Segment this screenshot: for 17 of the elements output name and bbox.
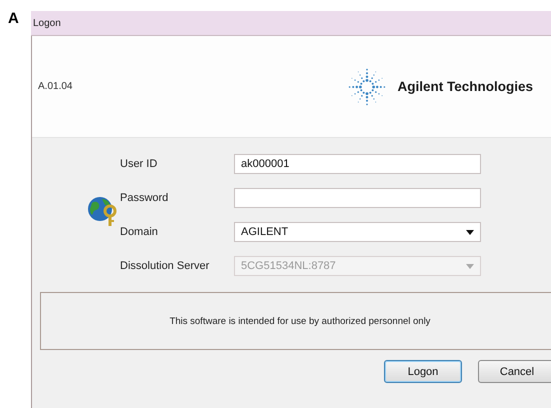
dropdown[interactable]: AGILENT (234, 222, 481, 242)
window-title: Logon (33, 18, 61, 28)
field-label: Domain (120, 226, 159, 238)
cancel-button[interactable]: Cancel (478, 360, 551, 383)
field-label: User ID (120, 158, 158, 170)
version-label: A.01.04 (38, 81, 72, 92)
notice-text: This software is intended for use by authorized personnel only (170, 316, 430, 326)
caret-icon (466, 230, 474, 234)
password-field[interactable] (234, 188, 481, 208)
brand-name: Agilent Technologies (397, 79, 533, 94)
field-label: Password (120, 192, 170, 204)
logon-button[interactable]: Logon (384, 360, 462, 383)
field-label: Dissolution Server (120, 260, 210, 272)
input-field[interactable]: ak000001 (234, 154, 481, 174)
caret-icon (466, 264, 474, 268)
starburst-logo-icon (347, 66, 388, 106)
panel-label: A (7, 9, 20, 29)
